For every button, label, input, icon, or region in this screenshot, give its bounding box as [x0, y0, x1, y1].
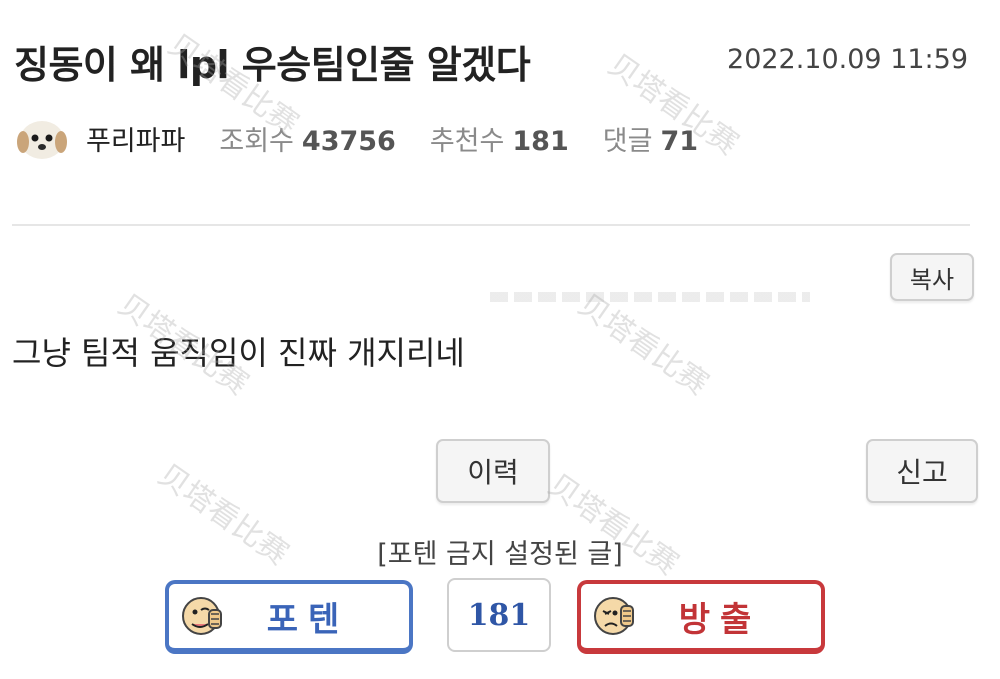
recommend-stat: 추천수 181 — [430, 119, 569, 158]
views-label: 조회수 — [219, 125, 294, 157]
upvote-button[interactable]: 포텐 — [165, 580, 413, 654]
comments-count: 71 — [660, 125, 699, 157]
downvote-button[interactable]: 방출 — [577, 580, 825, 654]
vote-notice: [포텐 금지 설정된 글] — [377, 539, 623, 570]
dog-avatar-icon — [17, 121, 67, 159]
post-body: 그냥 팀적 움직임이 진짜 개지리네 — [12, 334, 465, 372]
report-button[interactable]: 신고 — [866, 439, 978, 503]
recommend-label: 추천수 — [429, 125, 505, 157]
views-count: 43756 — [301, 125, 396, 157]
comments-stat[interactable]: 댓글 71 — [603, 119, 698, 158]
thumbs-down-face-icon — [594, 597, 634, 635]
thumbs-up-face-icon — [182, 597, 222, 635]
downvote-label: 방출 — [678, 599, 762, 640]
post-date: 2022.10.09 11:59 — [727, 44, 968, 75]
recommend-count: 181 — [512, 125, 569, 157]
upvote-label: 포텐 — [266, 599, 350, 640]
vote-count: 181 — [447, 578, 551, 652]
author-name[interactable]: 푸리파파 — [86, 119, 185, 158]
views-stat: 조회수 43756 — [219, 119, 395, 158]
divider — [12, 224, 970, 226]
history-button[interactable]: 이력 — [436, 439, 550, 503]
faded-text-line — [490, 292, 810, 302]
avatar[interactable] — [16, 112, 68, 164]
post-title: 징동이 왜 lpl 우승팀인줄 알겠다 — [14, 43, 531, 87]
post-meta: 푸리파파 조회수 43756 추천수 181 댓글 71 — [16, 112, 732, 164]
copy-button[interactable]: 복사 — [890, 253, 974, 301]
comments-label: 댓글 — [602, 125, 653, 157]
